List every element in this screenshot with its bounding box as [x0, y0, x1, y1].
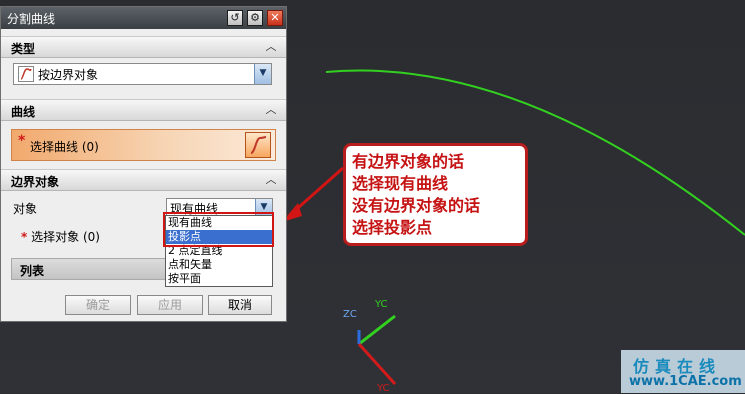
cancel-button[interactable]: 取消 — [208, 295, 272, 315]
dropdown-option[interactable]: 按平面 — [166, 272, 272, 286]
select-object-row[interactable]: * 选择对象 (0) — [21, 228, 100, 245]
list-header[interactable]: 列表 — [11, 258, 171, 280]
callout-line: 选择现有曲线 — [352, 174, 449, 193]
callout-line: 没有边界对象的话 — [352, 196, 481, 215]
object-label: 对象 — [13, 202, 38, 216]
xc-axis-line — [357, 342, 397, 386]
required-icon: * — [21, 230, 28, 244]
apply-button[interactable]: 应用 — [137, 295, 203, 315]
watermark: 仿真在线 www.1CAE.com — [621, 350, 745, 393]
dialog-titlebar[interactable]: 分割曲线 ↺ ⚙ ✕ — [1, 7, 286, 29]
curve-icon — [250, 136, 267, 154]
collapse-up-icon[interactable]: ︿ — [264, 103, 278, 117]
gear-icon[interactable]: ⚙ — [247, 10, 263, 26]
type-section-label: 类型 — [11, 42, 36, 56]
required-icon: * — [18, 133, 26, 149]
dropdown-option[interactable]: 点和矢量 — [166, 258, 272, 272]
list-label: 列表 — [20, 264, 45, 278]
dialog-title: 分割曲线 — [7, 12, 56, 26]
split-curve-icon — [18, 66, 34, 82]
boundary-section-label: 边界对象 — [11, 175, 60, 189]
zc-label: ZC — [343, 309, 357, 320]
yc-label: YC — [375, 299, 388, 310]
boundary-section-header[interactable]: 边界对象 ︿ — [1, 169, 286, 191]
select-curve-text: 选择曲线 (0) — [30, 138, 99, 155]
highlight-box — [163, 212, 274, 247]
yc-bottom-label: YC — [377, 383, 390, 394]
callout-line: 选择投影点 — [352, 218, 433, 237]
callout-line: 有边界对象的话 — [352, 152, 465, 171]
type-select[interactable]: 按边界对象 ▼ — [13, 63, 272, 85]
select-object-label: 选择对象 — [31, 230, 80, 244]
select-curve-label: 选择曲线 — [30, 140, 79, 154]
yc-axis-line — [358, 314, 396, 346]
reset-icon[interactable]: ↺ — [227, 10, 243, 26]
curve-section-header[interactable]: 曲线 ︿ — [1, 99, 286, 121]
annotation-callout: 有边界对象的话 选择现有曲线 没有边界对象的话 选择投影点 — [343, 143, 528, 246]
close-icon[interactable]: ✕ — [267, 10, 283, 26]
watermark-url: www.1CAE.com — [629, 374, 742, 389]
collapse-up-icon[interactable]: ︿ — [264, 40, 278, 54]
curve-section-label: 曲线 — [11, 105, 36, 119]
chevron-down-icon[interactable]: ▼ — [254, 64, 271, 84]
select-curve-row[interactable]: * 选择曲线 (0) — [11, 129, 276, 161]
type-section-header[interactable]: 类型 ︿ — [1, 36, 286, 58]
select-object-count: (0) — [82, 230, 100, 244]
select-curve-count: (0) — [81, 140, 99, 154]
type-select-value: 按边界对象 — [38, 68, 99, 82]
curve-select-button[interactable] — [245, 132, 271, 158]
collapse-up-icon[interactable]: ︿ — [264, 173, 278, 187]
ok-button[interactable]: 确定 — [65, 295, 131, 315]
